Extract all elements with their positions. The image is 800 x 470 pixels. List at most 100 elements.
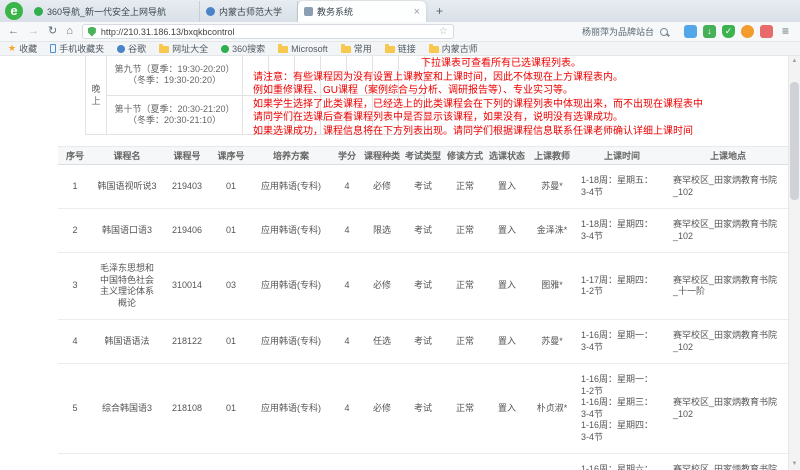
bookmark-item[interactable]: 360搜索 [221,42,265,55]
cell-time: 1-16周：星期一： 3-4节 [576,320,668,364]
notice-line: 如果选课成功，课程信息将在下方列表出现。请同学们根据课程信息联系任课老师确认详细… [253,125,703,139]
cell-program: 应用韩语(专科) [250,209,332,253]
cell-program: 应用韩语(专科) [250,454,332,470]
cell-name: 毛泽东思想和中国特色社会主义理论体系概论 [92,253,162,320]
browser-tab-2[interactable]: 内蒙古师范大学 [200,1,298,22]
browser-logo-icon[interactable]: e [5,2,23,20]
cell-class_no: 01 [212,454,250,470]
tab-title: 内蒙古师范大学 [219,5,291,18]
table-header-row: 序号课程名课程号课序号培养方案学分课程种类考试类型修读方式选课状态上课教师上课时… [58,147,788,165]
back-icon[interactable]: ← [8,26,19,37]
browser-tab-3[interactable]: 教务系统× [298,1,426,22]
scrollbar-thumb[interactable] [790,82,799,200]
cell-class_no: 01 [212,209,250,253]
column-header: 序号 [58,147,92,165]
cell-no: 4 [58,320,92,364]
folder-icon [341,46,351,53]
cell-name: 韩国语语法 [92,320,162,364]
cell-place: 赛罕校区_田家炳教育书院 _102 [668,165,788,209]
timetable-slot: 第九节（夏季：19:30-20:20） （冬季：19:30-20:20） [107,56,243,95]
bookmark-item[interactable]: 常用 [341,42,372,55]
cell-study_mode: 正常 [444,454,486,470]
course-list-table: 序号课程名课程号课序号培养方案学分课程种类考试类型修读方式选课状态上课教师上课时… [58,146,788,470]
tab-favicon [34,7,43,16]
search-hotword: 杨丽萍为品牌站台 [582,25,654,38]
browser-window: e 360导航_新一代安全上网导航 内蒙古师范大学教务系统× + ← → ↻ ⌂ … [0,0,800,470]
favorite-icon[interactable] [760,25,773,38]
cell-exam_type: 考试 [402,253,444,320]
cell-study_mode: 正常 [444,209,486,253]
column-header: 选课状态 [486,147,528,165]
column-header: 修读方式 [444,147,486,165]
close-icon[interactable]: × [414,6,420,18]
bookmark-label: 链接 [398,42,416,55]
cell-course_id: 219403 [162,165,212,209]
address-bar: ← → ↻ ⌂ http://210.31.186.13/bxqkbcontro… [0,22,800,42]
download-icon[interactable] [703,25,716,38]
cell-study_mode: 正常 [444,320,486,364]
url-input[interactable]: http://210.31.186.13/bxqkbcontrol ☆ [82,24,454,39]
cell-place: 赛罕校区_田家炳教育书院 _102 [668,209,788,253]
column-header: 课程种类 [362,147,402,165]
notice-line: 请注意：有些课程因为没有设置上课教室和上课时间，因此不体现在上方课程表内。 [253,71,703,85]
cell-category: 必修 [362,165,402,209]
cell-program: 应用韩语(专科) [250,165,332,209]
timetable-period-label: 晚上 [86,56,107,134]
bookmark-star-icon[interactable]: ☆ [439,26,448,37]
scrollbar[interactable]: ▲ ▼ [788,56,800,470]
folder-icon [278,46,288,53]
cell-select_status: 置入 [486,320,528,364]
cell-category: 必修 [362,253,402,320]
cell-course_id: 219406 [162,209,212,253]
search-icon [221,45,229,53]
column-header: 培养方案 [250,147,332,165]
phone-icon[interactable] [684,25,697,38]
browser-tab-1[interactable]: 360导航_新一代安全上网导航 [28,1,200,22]
tab-favicon [206,7,215,16]
table-row: 4韩国语语法21812201应用韩语(专科)4任选考试正常置入苏曼*1-16周：… [58,320,788,364]
cell-place: 赛罕校区_田家炳教育书院 _102 [668,320,788,364]
home-icon[interactable]: ⌂ [66,26,73,37]
cell-teacher: 苏曼* [528,165,576,209]
bookmark-item[interactable]: 网址大全 [159,42,208,55]
cell-credits: 4 [332,209,362,253]
cell-credits: 4 [332,364,362,454]
bookmark-item[interactable]: 收藏 [8,42,37,55]
column-header: 课程名 [92,147,162,165]
cell-teacher: 朴贞淑* [528,364,576,454]
cell-exam_type: 考试 [402,320,444,364]
bookmark-item[interactable]: Microsoft [278,44,328,54]
notice-line: 如果学生选择了此类课程，已经选上的此类课程会在下列的课程列表中体现出来，而不出现… [253,98,703,112]
search-icon[interactable] [660,28,668,36]
column-header: 上课教师 [528,147,576,165]
search-box[interactable]: 杨丽萍为品牌站台 [582,25,668,38]
cell-time: 1-16周：星期一： 1-2节 1-16周：星期三： 3-4节 1-16周：星期… [576,364,668,454]
bookmark-label: 收藏 [19,42,37,55]
cell-course_id: 310014 [162,253,212,320]
column-header: 课序号 [212,147,250,165]
cell-time: 1-18周：星期五： 3-4节 [576,165,668,209]
bookmark-item[interactable]: 内蒙古师 [429,42,478,55]
bookmark-label: 网址大全 [172,42,208,55]
scroll-up-icon[interactable]: ▲ [789,56,800,67]
bookmark-item[interactable]: 谷歌 [117,42,146,55]
table-row: 1韩国语视听说321940301应用韩语(专科)4必修考试正常置入苏曼*1-18… [58,165,788,209]
new-tab-button[interactable]: + [431,3,448,20]
cell-category: 限选 [362,454,402,470]
user-icon[interactable] [741,25,754,38]
menu-icon[interactable] [779,25,792,38]
refresh-icon[interactable]: ↻ [48,26,57,37]
cell-study_mode: 正常 [444,364,486,454]
scroll-down-icon[interactable]: ▼ [789,459,800,470]
bookmark-item[interactable]: 手机收藏夹 [50,42,104,55]
cell-program: 应用韩语(专科) [250,364,332,454]
shield-icon[interactable] [722,25,735,38]
cell-class_no: 03 [212,253,250,320]
forward-icon[interactable]: → [28,26,39,37]
cell-select_status: 置入 [486,364,528,454]
cell-select_status: 置入 [486,253,528,320]
bookmark-label: 手机收藏夹 [59,42,104,55]
cell-credits: 4 [332,454,362,470]
cell-no: 2 [58,209,92,253]
bookmark-item[interactable]: 链接 [385,42,416,55]
